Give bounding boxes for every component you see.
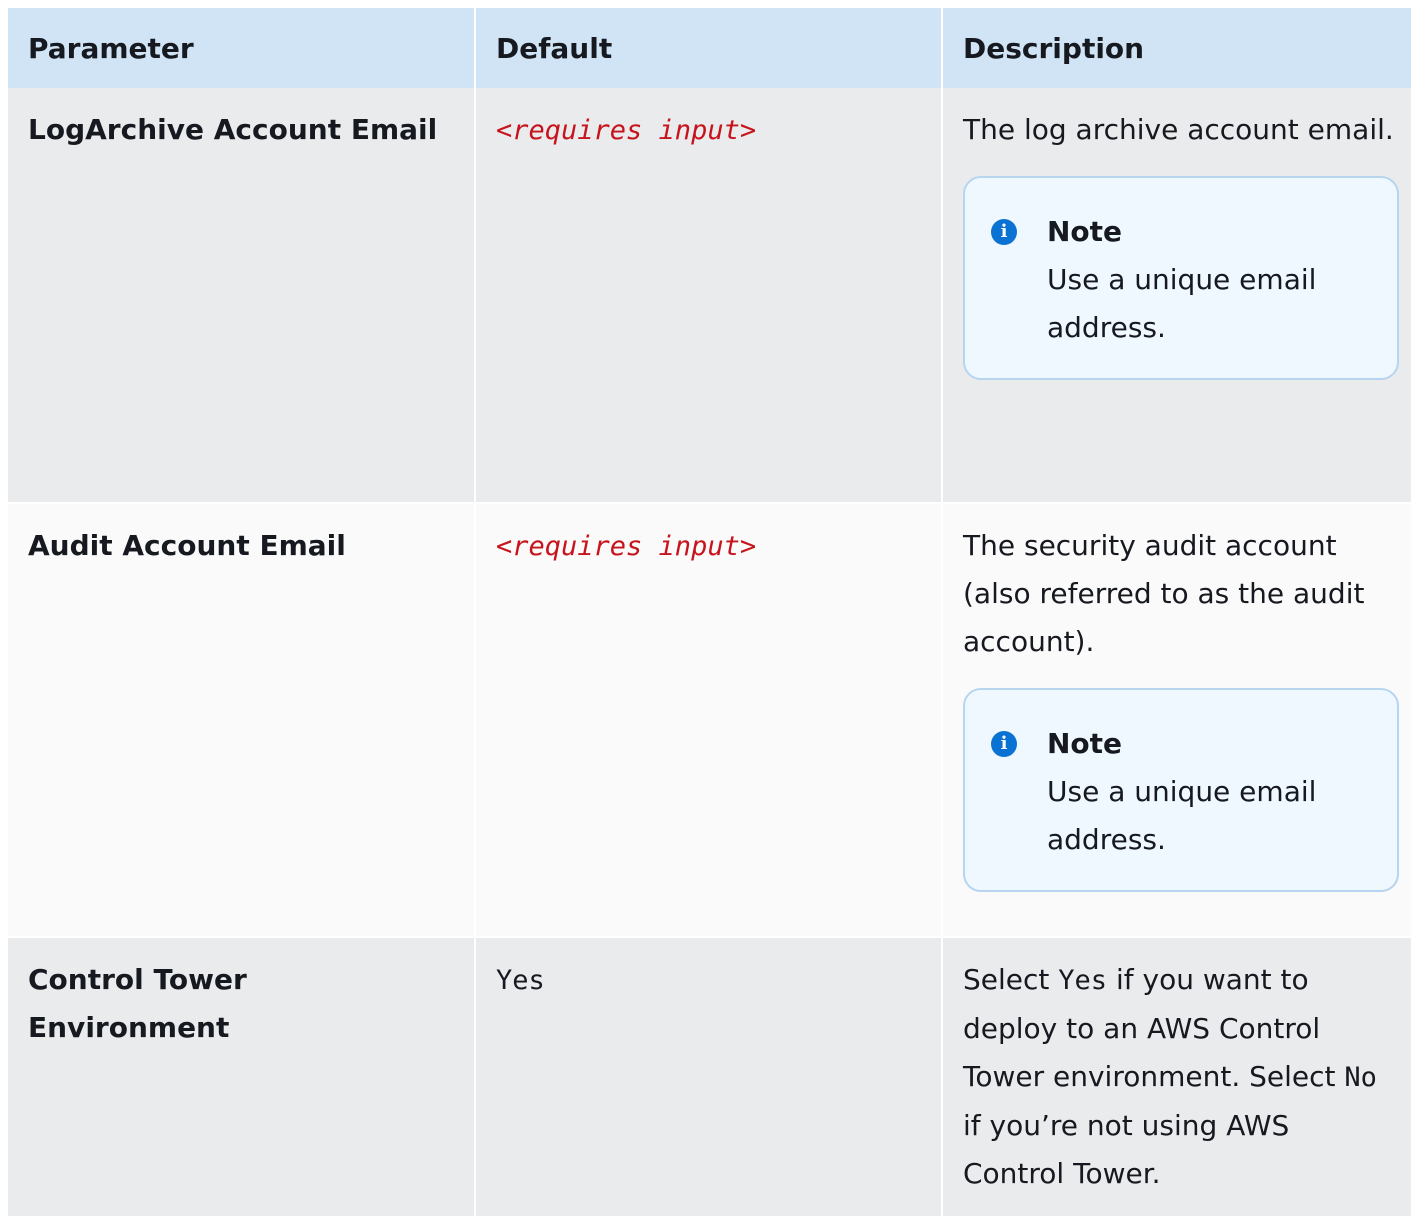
note-text: Use a unique email address. [1047, 263, 1317, 344]
note-header: i Note [989, 720, 1377, 768]
description-text-part: if you’re not using AWS Control Tower. [963, 1109, 1290, 1190]
table-row: Audit Account Email <requires input> The… [8, 502, 1411, 937]
parameter-name: Audit Account Email [8, 502, 475, 937]
header-description: Description [941, 8, 1411, 88]
description-cell: The security audit account (also referre… [941, 502, 1411, 937]
table-row: Control Tower Environment Yes Select Yes… [8, 936, 1411, 1216]
description-text-part: Select [963, 963, 1059, 996]
note-text: Use a unique email address. [1047, 775, 1317, 856]
description-text: The log archive account email. [963, 113, 1394, 146]
note-callout: i Note Use a unique email address. [963, 176, 1399, 380]
note-title: Note [1047, 215, 1123, 248]
info-icon: i [991, 731, 1017, 757]
table-row: LogArchive Account Email <requires input… [8, 88, 1411, 503]
description-cell: Select Yes if you want to deploy to an A… [941, 936, 1411, 1216]
requires-input-value: <requires input> [496, 115, 757, 146]
parameter-name: LogArchive Account Email [8, 88, 475, 503]
note-title: Note [1047, 727, 1123, 760]
requires-input-value: <requires input> [496, 531, 757, 562]
parameters-table: Parameter Default Description LogArchive… [8, 8, 1411, 1216]
info-icon: i [991, 219, 1017, 245]
default-value: Yes [474, 936, 942, 1216]
yes-code: Yes [1058, 965, 1108, 996]
header-default: Default [474, 8, 942, 88]
table-header-row: Parameter Default Description [8, 8, 1411, 88]
description-cell: The log archive account email. i Note Us… [941, 88, 1411, 503]
description-text: The security audit account (also referre… [963, 529, 1365, 658]
default-yes-value: Yes [496, 965, 545, 996]
note-callout: i Note Use a unique email address. [963, 688, 1399, 892]
note-header: i Note [989, 208, 1377, 256]
default-value: <requires input> [474, 88, 942, 503]
no-code: No [1344, 1062, 1377, 1093]
header-parameter: Parameter [8, 8, 475, 88]
default-value: <requires input> [474, 502, 942, 937]
parameter-name: Control Tower Environment [8, 936, 475, 1216]
